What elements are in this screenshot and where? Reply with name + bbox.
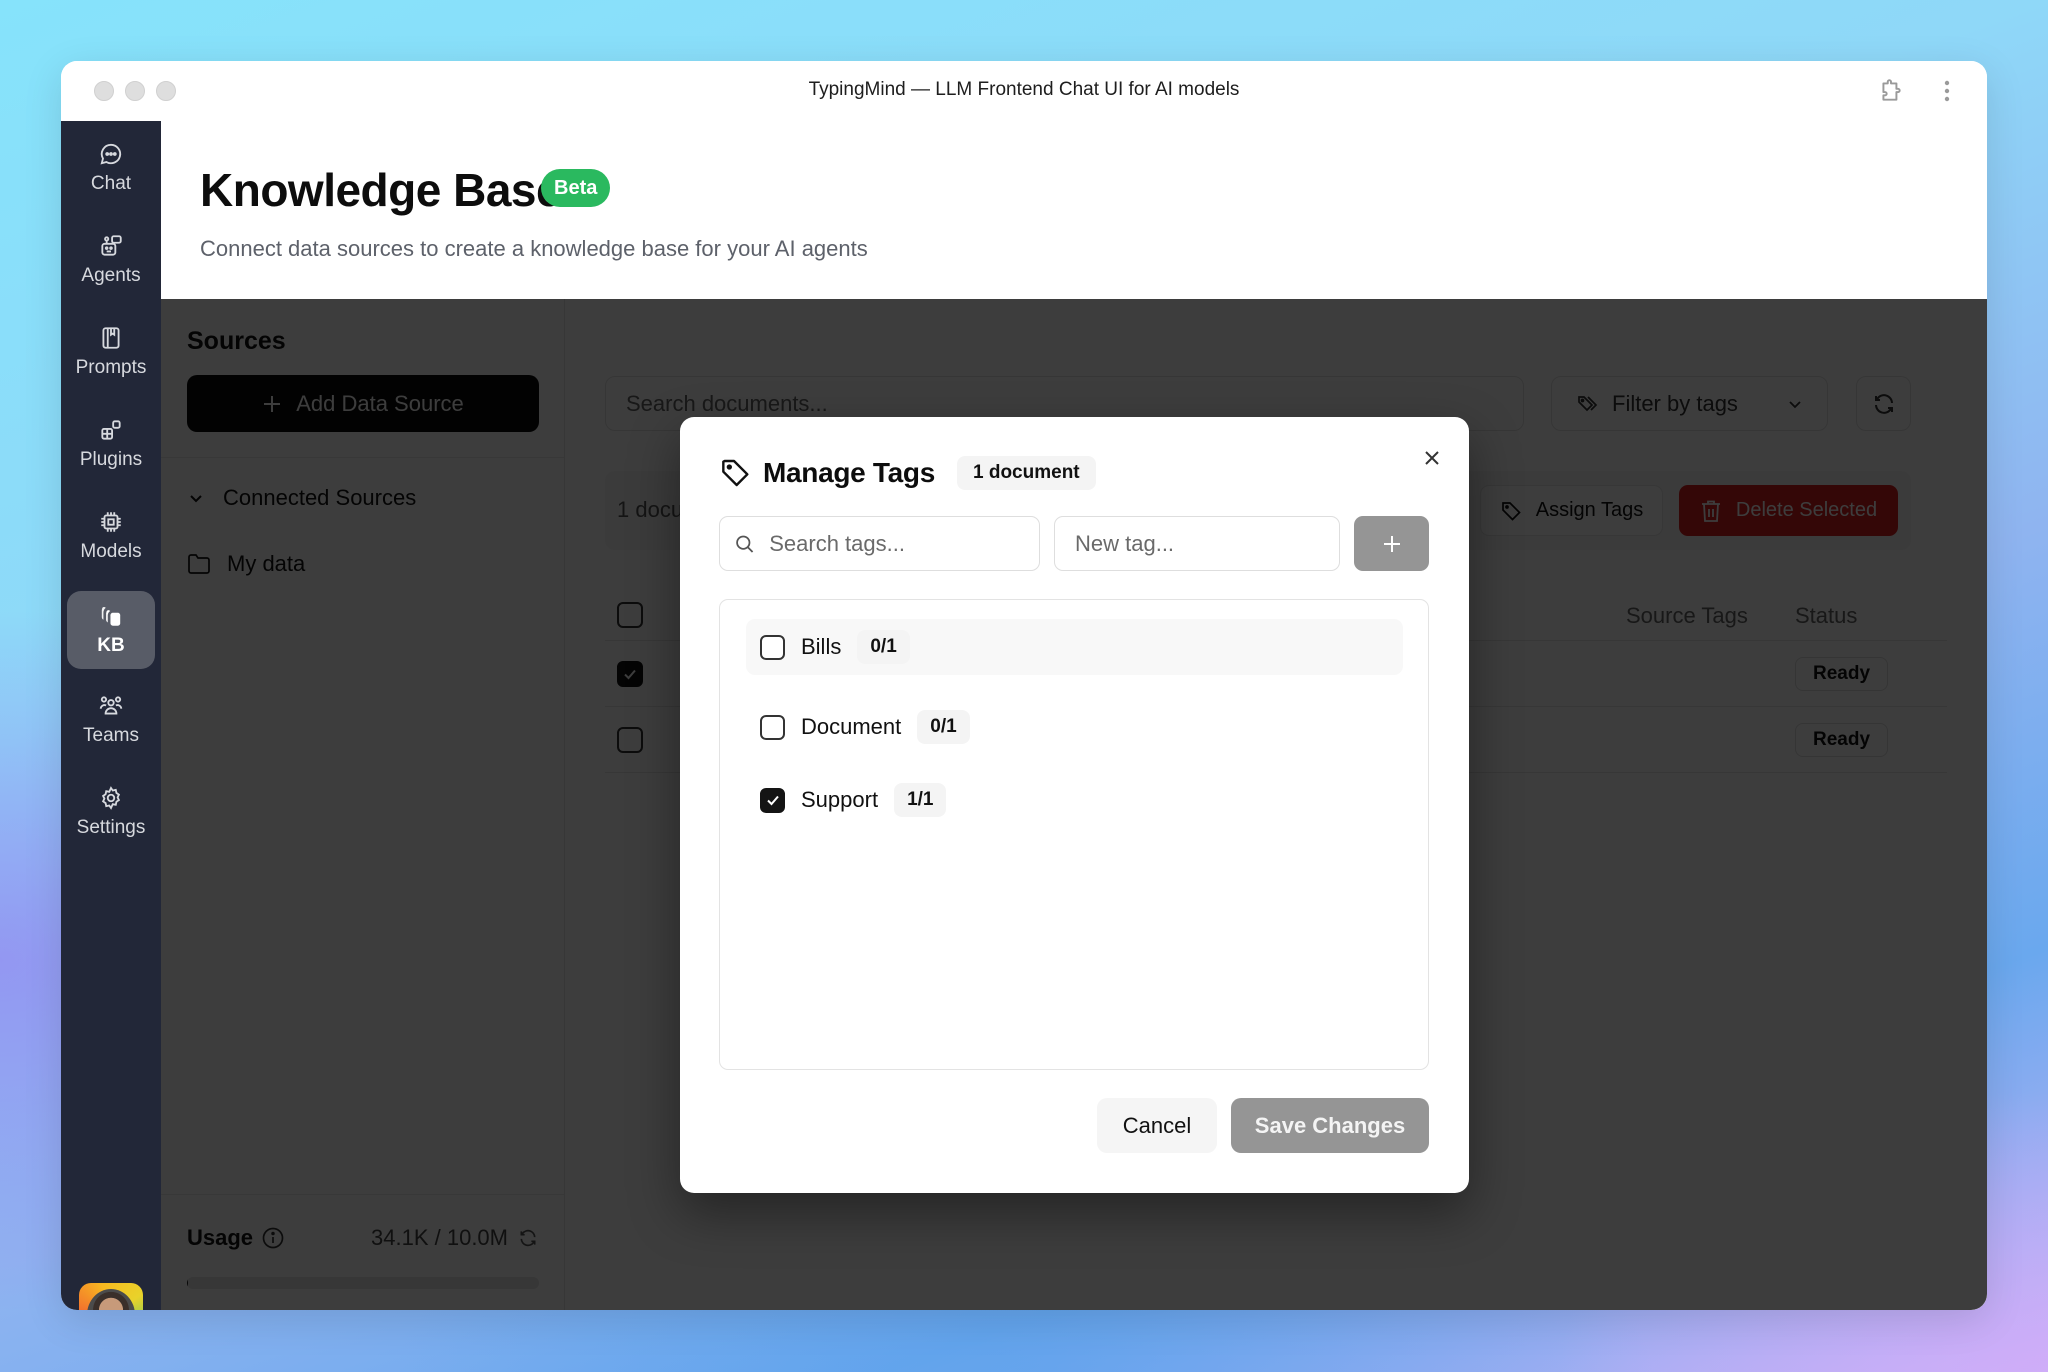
tag-checkbox[interactable] bbox=[760, 787, 785, 813]
new-tag-field bbox=[1054, 516, 1340, 571]
sidebar-item-label: Models bbox=[80, 541, 142, 562]
stacked-cards-icon bbox=[101, 607, 121, 626]
sidebar-item-plugins[interactable]: Plugins bbox=[67, 405, 155, 483]
agent-bot-icon bbox=[101, 235, 122, 256]
tag-name: Support bbox=[801, 787, 879, 812]
tag-list: Bills 0/1 Document 0/1 Support 1/1 bbox=[719, 599, 1429, 1070]
sidebar-item-agents[interactable]: Agents bbox=[67, 221, 155, 299]
tag-item[interactable]: Bills 0/1 bbox=[746, 619, 1403, 675]
sidebar-item-teams[interactable]: Teams bbox=[67, 681, 155, 759]
plus-icon bbox=[1383, 535, 1400, 552]
new-tag-input[interactable] bbox=[1075, 530, 1339, 557]
close-dialog-button[interactable] bbox=[1418, 444, 1446, 472]
extension-puzzle-icon[interactable] bbox=[1877, 77, 1905, 105]
tag-search-input[interactable] bbox=[769, 530, 1039, 557]
chat-bubble-icon bbox=[100, 143, 122, 165]
check-icon bbox=[766, 795, 779, 806]
sidebar-item-label: Prompts bbox=[75, 357, 147, 378]
title-bar: TypingMind — LLM Frontend Chat UI for AI… bbox=[61, 61, 1987, 121]
page-subtitle: Connect data sources to create a knowled… bbox=[200, 236, 868, 261]
sidebar-item-prompts[interactable]: Prompts bbox=[67, 313, 155, 391]
tag-count: 0/1 bbox=[857, 630, 910, 664]
sidebar-item-label: Settings bbox=[76, 817, 146, 838]
gear-icon bbox=[101, 786, 121, 810]
user-avatar[interactable] bbox=[79, 1283, 143, 1310]
tag-name: Document bbox=[801, 714, 902, 739]
page-header: Knowledge Base Beta Connect data sources… bbox=[161, 121, 1987, 299]
sidebar-nav: Chat Agents Prompts Plugins Models KB Te… bbox=[61, 121, 161, 1310]
beta-badge: Beta bbox=[541, 169, 611, 207]
sidebar-item-label: Agents bbox=[81, 265, 141, 286]
tag-count: 0/1 bbox=[917, 710, 970, 744]
tag-search-field bbox=[719, 516, 1040, 571]
document-count-badge: 1 document bbox=[957, 456, 1096, 490]
dialog-title: Manage Tags bbox=[763, 457, 936, 488]
sidebar-item-label: Plugins bbox=[79, 449, 143, 470]
sidebar-item-label: Chat bbox=[90, 173, 132, 194]
tag-item[interactable]: Support 1/1 bbox=[746, 772, 1403, 828]
add-tag-button[interactable] bbox=[1354, 516, 1429, 571]
page-title: Knowledge Base bbox=[200, 164, 562, 216]
tag-checkbox[interactable] bbox=[760, 634, 785, 660]
more-options-icon[interactable] bbox=[1933, 77, 1961, 105]
tag-name: Bills bbox=[801, 634, 842, 659]
puzzle-blocks-icon bbox=[101, 420, 121, 440]
book-icon bbox=[102, 327, 120, 349]
tag-item[interactable]: Document 0/1 bbox=[746, 699, 1403, 755]
tag-icon bbox=[722, 459, 749, 487]
search-icon bbox=[736, 535, 754, 553]
sidebar-item-settings[interactable]: Settings bbox=[67, 773, 155, 851]
cancel-button[interactable]: Cancel bbox=[1097, 1098, 1217, 1153]
save-changes-button[interactable]: Save Changes bbox=[1231, 1098, 1429, 1153]
sidebar-item-models[interactable]: Models bbox=[67, 497, 155, 575]
manage-tags-dialog: Manage Tags 1 document Bills 0/1 Documen… bbox=[680, 417, 1469, 1193]
sidebar-item-chat[interactable]: Chat bbox=[67, 129, 155, 207]
tag-checkbox[interactable] bbox=[760, 714, 785, 740]
users-icon bbox=[99, 696, 123, 715]
close-icon bbox=[1425, 451, 1439, 465]
sidebar-item-label: KB bbox=[97, 635, 125, 656]
window-title: TypingMind — LLM Frontend Chat UI for AI… bbox=[808, 79, 1240, 100]
sidebar-item-label: Teams bbox=[83, 725, 139, 746]
sidebar-item-kb[interactable]: KB bbox=[67, 591, 155, 669]
tag-count: 1/1 bbox=[894, 783, 947, 817]
chip-icon bbox=[101, 512, 121, 532]
